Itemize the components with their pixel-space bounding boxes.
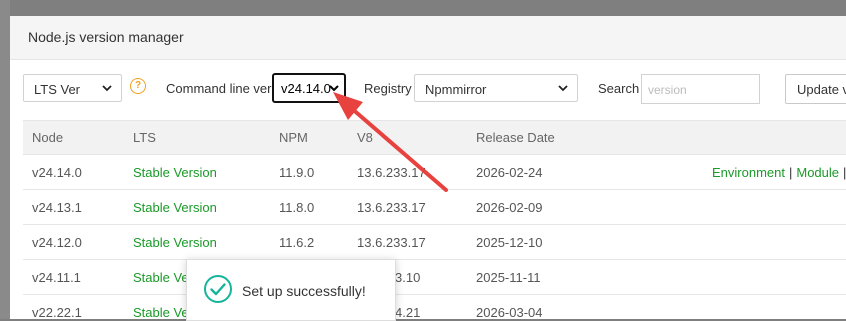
node-version: v22.22.1 bbox=[32, 305, 82, 319]
command-line-version-select[interactable]: v24.14.0 bbox=[272, 73, 346, 103]
v8-version: 4.21 bbox=[395, 305, 421, 319]
release-date: 2025-11-11 bbox=[476, 270, 541, 285]
module-link[interactable]: Module bbox=[796, 165, 839, 180]
v8-version: 13.6.233.17 bbox=[357, 235, 426, 250]
update-button[interactable]: Update v bbox=[785, 74, 846, 104]
lts-filter-select[interactable]: LTS Ver bbox=[23, 74, 122, 102]
lts-status: Stable Version bbox=[133, 235, 217, 250]
check-circle-icon bbox=[204, 275, 232, 303]
table-row: v24.13.1 Stable Version 11.8.0 13.6.233.… bbox=[23, 190, 846, 225]
node-version: v24.14.0 bbox=[32, 165, 82, 180]
chevron-down-icon bbox=[102, 85, 112, 92]
release-date: 2026-02-24 bbox=[476, 165, 543, 180]
header-lts: LTS bbox=[133, 130, 156, 145]
search-label: Search bbox=[598, 81, 640, 96]
row-actions: Environment | Module | bbox=[712, 165, 846, 180]
chevron-down-icon bbox=[329, 85, 339, 92]
lts-status: Stable Version bbox=[133, 165, 217, 180]
v8-version: 13.6.233.17 bbox=[357, 200, 426, 215]
command-line-label: Command line ver bbox=[166, 81, 272, 96]
v8-version: 3.10 bbox=[395, 270, 421, 285]
background-page bbox=[0, 0, 10, 319]
action-separator: | bbox=[788, 165, 793, 180]
lts-status: Stable Ve bbox=[133, 270, 189, 285]
version-manager-modal: Node.js version manager LTS Ver ? Comman… bbox=[10, 16, 846, 319]
release-date: 2026-02-09 bbox=[476, 200, 543, 215]
toolbar: LTS Ver ? Command line ver v24.14.0 Regi… bbox=[10, 60, 846, 120]
modal-header: Node.js version manager bbox=[10, 16, 846, 60]
registry-select[interactable]: Npmmirror bbox=[414, 74, 578, 102]
npm-version: 11.6.2 bbox=[279, 235, 315, 250]
success-toast: Set up successfully! bbox=[186, 259, 396, 321]
search-input[interactable]: version bbox=[641, 74, 760, 104]
header-npm: NPM bbox=[279, 130, 308, 145]
header-release-date: Release Date bbox=[476, 130, 555, 145]
modal-title: Node.js version manager bbox=[28, 29, 184, 45]
table-header: Node LTS NPM V8 Release Date bbox=[23, 120, 846, 155]
lts-status: Stable Version bbox=[133, 200, 217, 215]
table-row: v24.11.1 Stable Ve 3.10 2025-11-11 bbox=[23, 260, 846, 295]
node-version: v24.13.1 bbox=[32, 200, 82, 215]
header-node: Node bbox=[32, 130, 64, 145]
table-row: v24.14.0 Stable Version 11.9.0 13.6.233.… bbox=[23, 155, 846, 190]
table-row: v22.22.1 Stable Ve 4.21 2026-03-04 bbox=[23, 295, 846, 319]
environment-link[interactable]: Environment bbox=[712, 165, 785, 180]
registry-label: Registry bbox=[364, 81, 412, 96]
release-date: 2025-12-10 bbox=[476, 235, 543, 250]
v8-version: 13.6.233.17 bbox=[357, 165, 426, 180]
node-version: v24.12.0 bbox=[32, 235, 82, 250]
header-v8: V8 bbox=[357, 130, 373, 145]
release-date: 2026-03-04 bbox=[476, 305, 543, 319]
lts-status: Stable Ve bbox=[133, 305, 189, 319]
help-icon[interactable]: ? bbox=[130, 78, 146, 94]
node-version: v24.11.1 bbox=[32, 270, 81, 285]
table-row: v24.12.0 Stable Version 11.6.2 13.6.233.… bbox=[23, 225, 846, 260]
chevron-down-icon bbox=[558, 85, 568, 92]
npm-version: 11.8.0 bbox=[279, 200, 315, 215]
versions-table: Node LTS NPM V8 Release Date v24.14.0 St… bbox=[23, 120, 846, 319]
toast-message: Set up successfully! bbox=[242, 283, 366, 299]
npm-version: 11.9.0 bbox=[279, 165, 315, 180]
